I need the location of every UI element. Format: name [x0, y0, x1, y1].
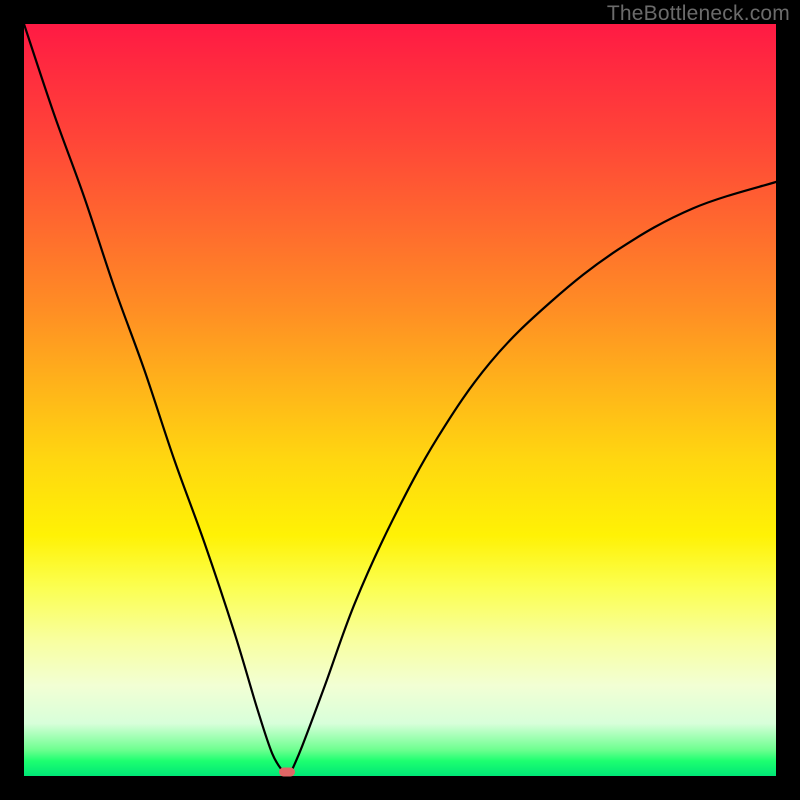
min-marker-icon: [279, 768, 295, 777]
chart-curve: [24, 24, 776, 776]
watermark-text: TheBottleneck.com: [607, 2, 790, 26]
chart-frame: TheBottleneck.com: [0, 0, 800, 800]
chart-plot-area: [24, 24, 776, 776]
curve-path: [24, 24, 776, 772]
